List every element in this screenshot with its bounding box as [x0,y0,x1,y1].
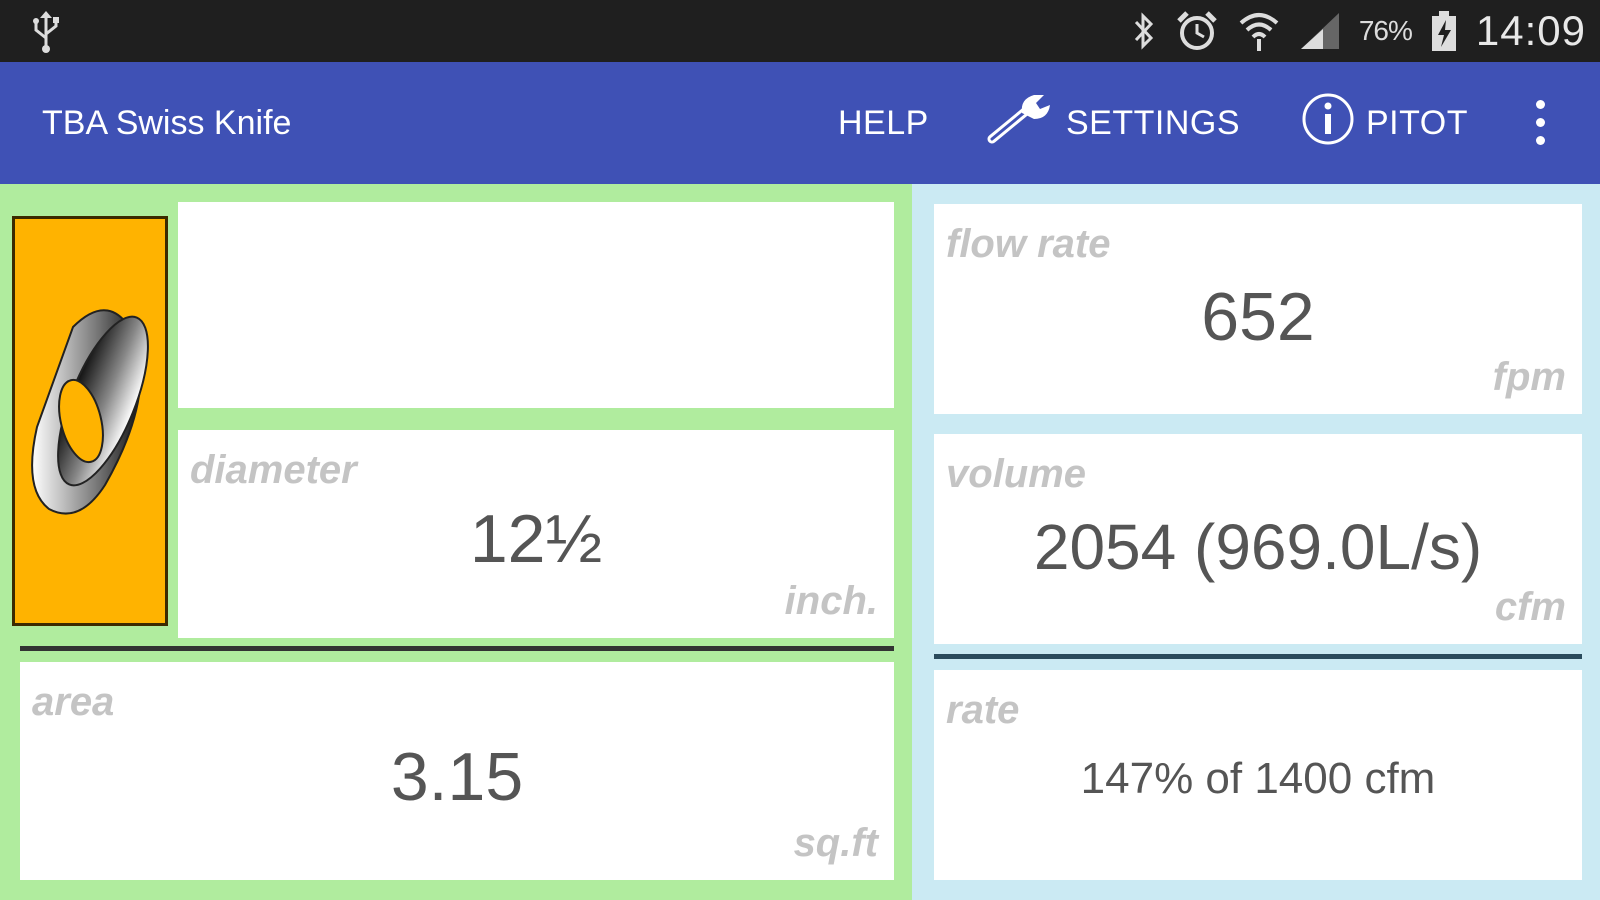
settings-label: SETTINGS [1066,103,1241,142]
area-label: area [32,680,115,724]
flow-rate-unit: fpm [1492,355,1566,399]
help-button[interactable]: HELP [838,62,929,184]
area-unit: sq.ft [793,821,878,865]
round-duct-logo-icon [12,216,168,626]
pitot-button[interactable]: PITOT [1300,62,1468,184]
rate-value: 147% of 1400 cfm [1080,754,1436,803]
flow-rate-value: 652 [1201,279,1315,355]
signal-icon [1299,11,1341,51]
bluetooth-icon [1131,11,1157,51]
left-divider [20,646,894,651]
flow-rate-label: flow rate [946,222,1111,266]
usb-icon [28,10,64,54]
wifi-icon [1237,9,1281,53]
area-field: area 3.15 sq.ft [20,662,894,880]
rate-field: rate 147% of 1400 cfm [934,670,1582,880]
overflow-menu-icon[interactable] [1530,100,1550,146]
info-icon [1300,91,1356,156]
app-bar: TBA Swiss Knife HELP SETTINGS PITOT [0,62,1600,184]
duct-name-field[interactable] [178,202,894,408]
help-label: HELP [838,103,929,142]
volume-field: volume 2054 (969.0L/s) cfm [934,434,1582,644]
diameter-label: diameter [190,448,357,492]
settings-button[interactable]: SETTINGS [986,62,1240,184]
pitot-label: PITOT [1366,103,1468,142]
rate-label: rate [946,688,1020,732]
status-bar: 76% 14:09 [0,0,1600,62]
volume-label: volume [946,452,1087,496]
app-title: TBA Swiss Knife [42,104,292,142]
right-divider [934,654,1582,659]
diameter-field[interactable]: diameter 12½ inch. [178,430,894,638]
volume-unit: cfm [1494,585,1566,629]
area-value: 3.15 [390,739,524,815]
battery-charging-icon [1430,9,1458,53]
volume-value: 2054 (969.0L/s) [1033,511,1483,583]
diameter-value: 12½ [469,501,603,577]
battery-percent: 76% [1358,15,1413,46]
alarm-icon [1175,9,1219,53]
clock: 14:09 [1475,7,1586,54]
flow-rate-field[interactable]: flow rate 652 fpm [934,204,1582,414]
diameter-unit: inch. [784,579,878,623]
wrench-icon [986,91,1056,156]
